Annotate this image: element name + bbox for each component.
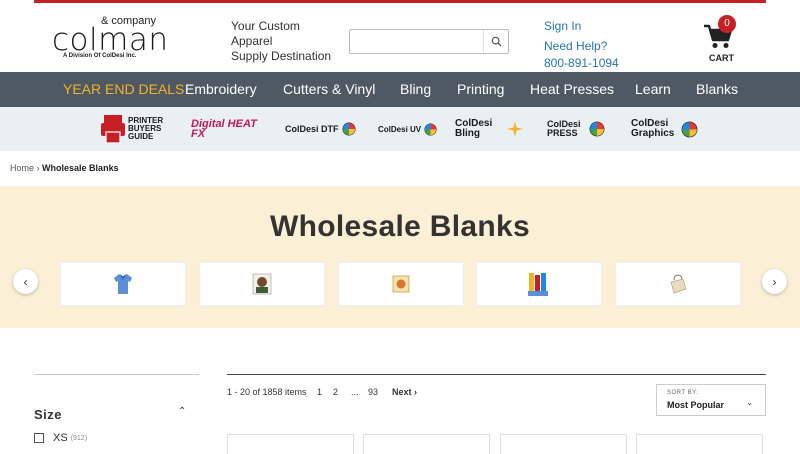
brand-label: Digital HEAT FX: [191, 118, 257, 140]
color-wheel-icon: [342, 122, 356, 136]
subcategory-card-bags[interactable]: [615, 262, 741, 306]
subcategory-card-sublimation[interactable]: [338, 262, 464, 306]
search-icon: [491, 36, 502, 47]
chevron-down-icon: ⌄: [746, 398, 753, 407]
supplies-icon: [528, 273, 548, 296]
page-link-1[interactable]: 1: [317, 387, 322, 397]
filter-option-xs[interactable]: XS (912): [34, 432, 87, 444]
filter-checkbox[interactable]: [34, 433, 44, 443]
nav-item-embroidery[interactable]: Embroidery: [185, 81, 257, 97]
chevron-left-icon: ‹: [23, 274, 28, 289]
help-link[interactable]: Need Help?: [544, 38, 619, 55]
nav-item-heat-presses[interactable]: Heat Presses: [530, 81, 614, 97]
brand-coldesi-uv[interactable]: ColDesi UV: [378, 113, 437, 145]
header-links: Sign In Need Help? 800-891-1094: [544, 18, 619, 72]
sign-in-link[interactable]: Sign In: [544, 18, 619, 35]
brand-coldesi-bling[interactable]: ColDesi Bling: [455, 113, 523, 145]
results-summary: 1 - 20 of 1858 items: [227, 387, 307, 397]
search-input[interactable]: [350, 30, 483, 53]
cart-label: CART: [709, 53, 734, 63]
tagline-line: Your Custom: [231, 19, 300, 33]
brand-bar: PRINTER BUYERS GUIDE Digital HEAT FX Col…: [0, 107, 800, 151]
tile-print-icon: [392, 275, 410, 293]
sort-caption: SORT BY:: [667, 390, 699, 396]
breadcrumb: Home › Wholesale Blanks: [10, 163, 119, 173]
breadcrumb-home[interactable]: Home: [10, 163, 34, 173]
brand-coldesi-graphics[interactable]: ColDesi Graphics: [631, 113, 698, 145]
brand-label: ColDesi DTF: [285, 124, 339, 134]
filter-size-title[interactable]: Size: [34, 407, 62, 422]
brand-label: ColDesi Graphics: [631, 118, 675, 139]
nav-item-cutters-vinyl[interactable]: Cutters & Vinyl: [283, 81, 375, 97]
subcategory-card-transfers[interactable]: [199, 262, 325, 306]
category-hero: Wholesale Blanks ‹ ›: [0, 186, 800, 328]
sparkle-icon: [507, 121, 523, 137]
results-divider: [227, 374, 766, 375]
chevron-up-icon[interactable]: ⌃: [178, 406, 186, 417]
nav-item-blanks[interactable]: Blanks: [696, 81, 738, 97]
brand-label: ColDesi UV: [378, 124, 422, 134]
product-card[interactable]: [636, 434, 763, 454]
brand-label: ColDesi Bling: [455, 118, 493, 139]
color-wheel-icon: [424, 122, 437, 136]
search-button[interactable]: [483, 30, 508, 53]
phone-link[interactable]: 800-891-1094: [544, 55, 619, 72]
sort-value: Most Popular: [667, 400, 725, 410]
main-nav: YEAR END DEALS Embroidery Cutters & Viny…: [0, 72, 800, 107]
tagline-line: Supply Destination: [231, 49, 332, 63]
filter-option-label: XS: [53, 432, 68, 444]
breadcrumb-current: Wholesale Blanks: [42, 163, 119, 173]
nav-item-bling[interactable]: Bling: [400, 81, 431, 97]
brand-coldesi-press[interactable]: ColDesi PRESS: [547, 113, 605, 145]
subcategory-card-supplies[interactable]: [476, 262, 602, 306]
chevron-right-icon: ›: [772, 274, 777, 289]
subcategory-card-shirts[interactable]: [60, 262, 186, 306]
polo-shirt-icon: [114, 274, 132, 294]
next-page-link[interactable]: Next ›: [392, 387, 417, 397]
logo-division: A Division Of ColDesi Inc.: [63, 53, 137, 59]
filters-divider: [34, 374, 199, 375]
page-ellipsis: ...: [351, 387, 359, 397]
nav-item-printing[interactable]: Printing: [457, 81, 504, 97]
carousel-prev-button[interactable]: ‹: [13, 269, 38, 294]
brand-digital-heat-fx[interactable]: Digital HEAT FX: [191, 113, 261, 145]
breadcrumb-separator: ›: [36, 163, 40, 173]
brand-printer-buyers-guide[interactable]: PRINTER BUYERS GUIDE: [101, 113, 168, 145]
brand-label: ColDesi PRESS: [547, 119, 581, 138]
brand-coldesi-dtf[interactable]: ColDesi DTF: [285, 113, 356, 145]
nav-item-year-end-deals[interactable]: YEAR END DEALS: [63, 81, 184, 97]
product-card[interactable]: [227, 434, 354, 454]
filter-option-count: (912): [70, 434, 88, 442]
colman-logo[interactable]: & company colman A Division Of ColDesi I…: [52, 15, 168, 65]
page-link-2[interactable]: 2: [333, 387, 338, 397]
nav-item-learn[interactable]: Learn: [635, 81, 671, 97]
tagline: Your Custom Apparel Supply Destination: [231, 19, 341, 64]
cart-count-badge: 0: [718, 15, 736, 33]
printer-guide-icon: [101, 115, 125, 144]
carousel-next-button[interactable]: ›: [762, 269, 787, 294]
photo-print-icon: [252, 273, 272, 295]
cart-button[interactable]: 0 CART: [700, 13, 740, 68]
page-title: Wholesale Blanks: [270, 210, 530, 243]
tote-bag-icon: [670, 274, 687, 294]
tagline-line: Apparel: [231, 34, 273, 48]
site-header: & company colman A Division Of ColDesi I…: [0, 3, 800, 72]
sort-select[interactable]: SORT BY: Most Popular ⌄: [656, 384, 766, 416]
color-wheel-icon: [589, 121, 605, 137]
page-link-93[interactable]: 93: [368, 387, 378, 397]
search-box: [349, 29, 509, 54]
brand-label: PRINTER BUYERS GUIDE: [128, 116, 164, 141]
color-wheel-icon: [681, 121, 698, 137]
product-card[interactable]: [500, 434, 627, 454]
product-card[interactable]: [363, 434, 490, 454]
